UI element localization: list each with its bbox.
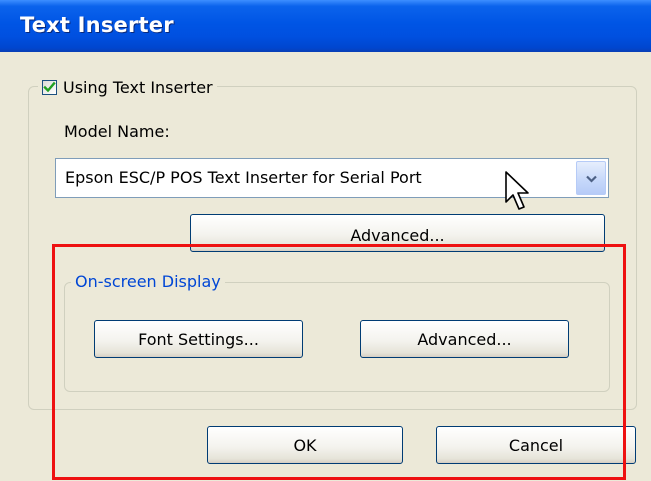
osd-advanced-button[interactable]: Advanced... (360, 320, 569, 358)
mouse-pointer-icon (505, 171, 529, 210)
window-title: Text Inserter (20, 13, 174, 37)
title-bar[interactable]: Text Inserter (0, 0, 651, 52)
chevron-down-icon (586, 175, 597, 183)
using-text-inserter-checkbox[interactable]: Using Text Inserter (38, 75, 217, 99)
on-screen-display-legend: On-screen Display (71, 272, 225, 291)
checkmark-icon (43, 81, 56, 92)
checkbox-box[interactable] (42, 79, 57, 95)
font-settings-button[interactable]: Font Settings... (94, 320, 303, 358)
ok-button[interactable]: OK (207, 426, 403, 464)
dropdown-button[interactable] (576, 161, 606, 195)
advanced-button[interactable]: Advanced... (190, 214, 605, 252)
dialog-window: Text Inserter Using Text Inserter Model … (0, 0, 651, 481)
model-name-value: Epson ESC/P POS Text Inserter for Serial… (65, 168, 422, 187)
cancel-button[interactable]: Cancel (436, 426, 636, 464)
using-text-inserter-label[interactable]: Using Text Inserter (63, 78, 213, 97)
advanced-button-label: Advanced... (350, 226, 445, 247)
model-name-label: Model Name: (64, 122, 170, 141)
